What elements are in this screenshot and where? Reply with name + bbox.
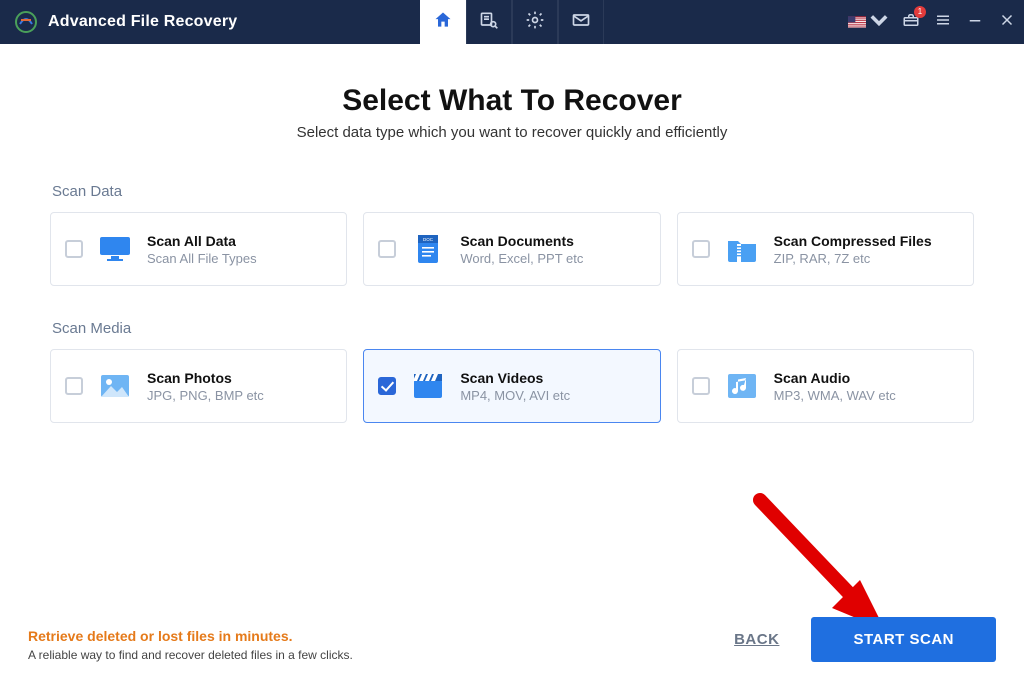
card-title: Scan Documents xyxy=(460,233,583,249)
checkbox-scan-photos[interactable] xyxy=(65,377,83,395)
card-sub: MP3, WMA, WAV etc xyxy=(774,388,896,403)
minimize-button[interactable] xyxy=(966,13,984,31)
data-grid: Scan All Data Scan All File Types DOC Sc… xyxy=(50,212,974,286)
page-title: Select What To Recover xyxy=(50,84,974,118)
promo-sub: A reliable way to find and recover delet… xyxy=(28,648,353,662)
card-scan-audio[interactable]: Scan Audio MP3, WMA, WAV etc xyxy=(677,349,974,423)
flag-us-icon xyxy=(848,13,866,31)
checkbox-scan-all[interactable] xyxy=(65,240,83,258)
toolbox-button[interactable]: 1 xyxy=(902,11,920,34)
back-button[interactable]: BACK xyxy=(734,631,779,648)
checkbox-scan-videos[interactable] xyxy=(378,377,396,395)
music-note-icon xyxy=(722,366,762,406)
app-logo-icon xyxy=(14,10,38,34)
toolbox-badge: 1 xyxy=(914,6,926,18)
gear-icon xyxy=(525,10,545,35)
hamburger-icon xyxy=(934,11,952,34)
video-clapper-icon xyxy=(408,366,448,406)
svg-text:DOC: DOC xyxy=(423,237,434,242)
center-tabs xyxy=(420,0,604,44)
tab-feedback[interactable] xyxy=(558,0,604,44)
promo-title: Retrieve deleted or lost files in minute… xyxy=(28,628,353,644)
media-grid: Scan Photos JPG, PNG, BMP etc Scan Video… xyxy=(50,349,974,423)
footer: Retrieve deleted or lost files in minute… xyxy=(0,617,1024,680)
tab-home[interactable] xyxy=(420,0,466,44)
section-label-media: Scan Media xyxy=(52,320,974,337)
menu-button[interactable] xyxy=(934,13,952,31)
promo-block: Retrieve deleted or lost files in minute… xyxy=(28,628,353,662)
checkbox-scan-audio[interactable] xyxy=(692,377,710,395)
card-title: Scan Compressed Files xyxy=(774,233,932,249)
tab-settings[interactable] xyxy=(512,0,558,44)
card-scan-videos[interactable]: Scan Videos MP4, MOV, AVI etc xyxy=(363,349,660,423)
document-icon: DOC xyxy=(408,229,448,269)
card-sub: Word, Excel, PPT etc xyxy=(460,251,583,266)
checkbox-scan-compressed[interactable] xyxy=(692,240,710,258)
card-sub: ZIP, RAR, 7Z etc xyxy=(774,251,932,266)
main-content: Select What To Recover Select data type … xyxy=(0,44,1024,423)
card-sub: JPG, PNG, BMP etc xyxy=(147,388,264,403)
photo-icon xyxy=(95,366,135,406)
minimize-icon xyxy=(966,11,984,34)
card-sub: Scan All File Types xyxy=(147,251,257,266)
card-scan-documents[interactable]: DOC Scan Documents Word, Excel, PPT etc xyxy=(363,212,660,286)
list-search-icon xyxy=(479,10,499,35)
monitor-icon xyxy=(95,229,135,269)
app-title: Advanced File Recovery xyxy=(48,13,237,31)
checkbox-scan-documents[interactable] xyxy=(378,240,396,258)
card-sub: MP4, MOV, AVI etc xyxy=(460,388,570,403)
start-scan-button[interactable]: START SCAN xyxy=(811,617,996,662)
close-icon xyxy=(998,11,1016,34)
mail-icon xyxy=(571,10,591,35)
home-icon xyxy=(433,10,453,35)
language-selector[interactable] xyxy=(848,11,888,34)
card-title: Scan All Data xyxy=(147,233,257,249)
titlebar: Advanced File Recovery xyxy=(0,0,1024,44)
card-scan-compressed[interactable]: Scan Compressed Files ZIP, RAR, 7Z etc xyxy=(677,212,974,286)
close-button[interactable] xyxy=(998,13,1016,31)
card-title: Scan Photos xyxy=(147,370,264,386)
zip-folder-icon xyxy=(722,229,762,269)
section-label-data: Scan Data xyxy=(52,183,974,200)
chevron-down-icon xyxy=(870,11,888,34)
window-tools: 1 xyxy=(848,0,1016,44)
tab-scan-detail[interactable] xyxy=(466,0,512,44)
footer-actions: BACK START SCAN xyxy=(734,617,996,662)
page-subtitle: Select data type which you want to recov… xyxy=(50,124,974,141)
card-scan-photos[interactable]: Scan Photos JPG, PNG, BMP etc xyxy=(50,349,347,423)
card-title: Scan Videos xyxy=(460,370,570,386)
card-title: Scan Audio xyxy=(774,370,896,386)
card-scan-all[interactable]: Scan All Data Scan All File Types xyxy=(50,212,347,286)
